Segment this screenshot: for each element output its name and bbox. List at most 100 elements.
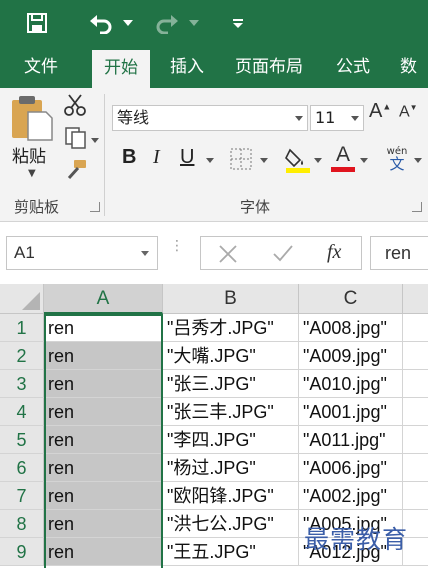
- phonetic-button[interactable]: wén 文: [384, 146, 410, 172]
- cut-icon[interactable]: [64, 94, 88, 118]
- chevron-down-icon: [351, 116, 359, 121]
- tab-home[interactable]: 开始: [92, 50, 150, 88]
- chevron-down-icon: [295, 116, 303, 121]
- undo-icon[interactable]: [86, 8, 116, 38]
- row-header[interactable]: 8: [0, 510, 44, 538]
- tab-file[interactable]: 文件: [24, 46, 58, 88]
- name-box[interactable]: A1: [6, 236, 158, 270]
- shrink-font-button[interactable]: A▼: [399, 103, 418, 121]
- phonetic-dropdown-icon[interactable]: [414, 158, 422, 163]
- cell-b[interactable]: "杨过.JPG": [163, 454, 299, 482]
- underline-button[interactable]: U: [180, 146, 194, 172]
- font-name-select[interactable]: 等线: [112, 105, 308, 131]
- column-header-d[interactable]: [403, 284, 428, 314]
- font-size-value: 11: [315, 108, 336, 127]
- font-color-dropdown-icon[interactable]: [360, 158, 368, 163]
- row-header[interactable]: 6: [0, 454, 44, 482]
- cell-d[interactable]: [403, 454, 428, 482]
- enter-icon[interactable]: [271, 241, 295, 269]
- cell-b[interactable]: "张三丰.JPG": [163, 398, 299, 426]
- borders-icon[interactable]: [230, 148, 252, 174]
- redo-dropdown-icon[interactable]: [184, 8, 204, 38]
- row-header[interactable]: 4: [0, 398, 44, 426]
- grow-font-button[interactable]: A▲: [369, 100, 391, 123]
- cell-c[interactable]: "A010.jpg": [299, 370, 403, 398]
- save-icon[interactable]: [22, 8, 52, 38]
- font-group-label: 字体: [240, 198, 271, 216]
- column-header-c[interactable]: C: [299, 284, 403, 314]
- font-color-button[interactable]: A: [330, 144, 356, 172]
- fill-color-icon[interactable]: [284, 146, 312, 178]
- cell-d[interactable]: [403, 342, 428, 370]
- customize-icon[interactable]: [228, 8, 248, 38]
- cell-d[interactable]: [403, 482, 428, 510]
- cell-c[interactable]: "A011.jpg": [299, 426, 403, 454]
- cell-a[interactable]: ren: [44, 426, 163, 454]
- font-launcher-icon[interactable]: [412, 202, 422, 212]
- cell-b[interactable]: "洪七公.JPG": [163, 510, 299, 538]
- clipboard-launcher-icon[interactable]: [90, 202, 100, 212]
- select-all-icon: [22, 292, 40, 310]
- borders-dropdown-icon[interactable]: [260, 158, 268, 163]
- cell-c[interactable]: "A002.jpg": [299, 482, 403, 510]
- column-header-a[interactable]: A: [44, 284, 163, 314]
- cell-d[interactable]: [403, 370, 428, 398]
- italic-button[interactable]: I: [153, 146, 160, 172]
- bold-button[interactable]: B: [122, 146, 136, 172]
- cell-a[interactable]: ren: [44, 398, 163, 426]
- cell-c[interactable]: "A009.jpg": [299, 342, 403, 370]
- ribbon-tabs: 文件 开始 插入 页面布局 公式 数: [0, 46, 428, 88]
- row-header[interactable]: 3: [0, 370, 44, 398]
- row-header[interactable]: 2: [0, 342, 44, 370]
- cell-a[interactable]: ren: [44, 454, 163, 482]
- resize-handle-icon[interactable]: ⋮: [170, 239, 184, 253]
- tab-insert[interactable]: 插入: [170, 46, 204, 88]
- formula-buttons: fx: [200, 236, 362, 270]
- font-size-select[interactable]: 11: [310, 105, 364, 131]
- fill-color-dropdown-icon[interactable]: [314, 158, 322, 163]
- tab-page-layout[interactable]: 页面布局: [235, 46, 303, 88]
- chevron-down-icon[interactable]: [141, 251, 149, 256]
- select-all-button[interactable]: [0, 284, 44, 314]
- column-header-b[interactable]: B: [163, 284, 299, 314]
- insert-function-icon[interactable]: fx: [327, 241, 341, 264]
- row-header[interactable]: 1: [0, 314, 44, 342]
- cell-a[interactable]: ren: [44, 342, 163, 370]
- paste-label: 粘贴: [12, 147, 46, 167]
- tab-data[interactable]: 数: [400, 46, 417, 88]
- cell-b[interactable]: "吕秀才.JPG": [163, 314, 299, 342]
- cell-d[interactable]: [403, 426, 428, 454]
- watermark: 最需教育: [304, 525, 409, 554]
- cell-c[interactable]: "A008.jpg": [299, 314, 403, 342]
- copy-icon[interactable]: [64, 126, 100, 150]
- font-name-value: 等线: [117, 108, 150, 127]
- cell-b[interactable]: "欧阳锋.JPG": [163, 482, 299, 510]
- undo-dropdown-icon[interactable]: [118, 8, 138, 38]
- cell-a[interactable]: ren: [44, 370, 163, 398]
- cell-a[interactable]: ren: [44, 538, 163, 566]
- shrink-font-label: A: [399, 103, 410, 121]
- cell-b[interactable]: "李四.JPG": [163, 426, 299, 454]
- cell-c[interactable]: "A001.jpg": [299, 398, 403, 426]
- cell-a[interactable]: ren: [44, 510, 163, 538]
- row-header[interactable]: 7: [0, 482, 44, 510]
- row-header[interactable]: 9: [0, 538, 44, 566]
- row-header[interactable]: 5: [0, 426, 44, 454]
- redo-icon[interactable]: [152, 8, 182, 38]
- tab-formulas[interactable]: 公式: [336, 46, 370, 88]
- cell-b[interactable]: "王五.JPG": [163, 538, 299, 566]
- format-painter-icon[interactable]: [64, 158, 88, 182]
- cell-b[interactable]: "张三.JPG": [163, 370, 299, 398]
- cell-b[interactable]: "大嘴.JPG": [163, 342, 299, 370]
- cell-c[interactable]: "A006.jpg": [299, 454, 403, 482]
- cell-a[interactable]: ren: [44, 314, 163, 342]
- cancel-icon[interactable]: [217, 241, 239, 269]
- name-box-value: A1: [14, 243, 35, 262]
- underline-dropdown-icon[interactable]: [206, 158, 214, 163]
- cell-d[interactable]: [403, 398, 428, 426]
- cell-d[interactable]: [403, 314, 428, 342]
- paste-dropdown-icon[interactable]: ▼: [28, 168, 36, 179]
- group-separator: [104, 94, 105, 216]
- cell-a[interactable]: ren: [44, 482, 163, 510]
- formula-input[interactable]: ren: [370, 236, 428, 270]
